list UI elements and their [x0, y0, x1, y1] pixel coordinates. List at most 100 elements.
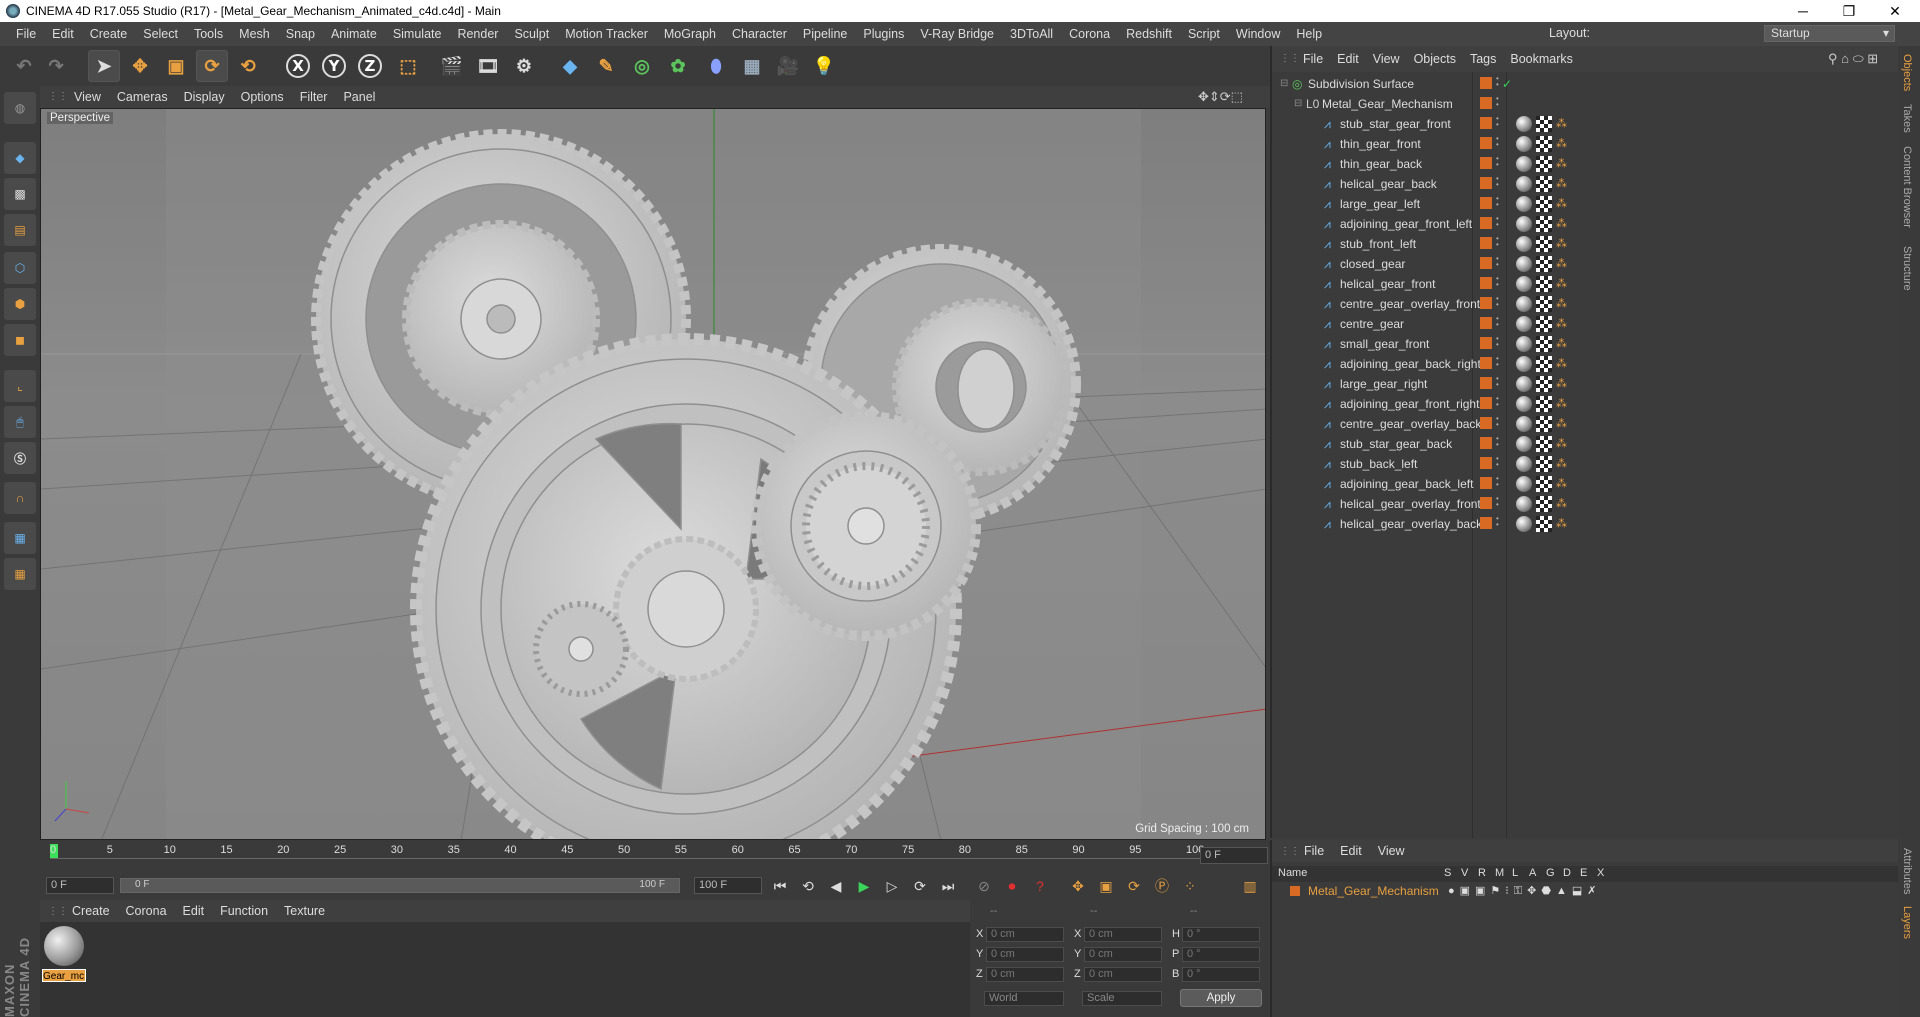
- x-axis-lock-icon[interactable]: X: [282, 50, 314, 82]
- object-row[interactable]: ⩘ stub_star_gear_front • • ⁂: [1272, 114, 1900, 134]
- frame-range-slider[interactable]: 0 F 100 F: [120, 878, 680, 893]
- uvw-tag-icon[interactable]: [1536, 476, 1552, 492]
- layer-color-swatch[interactable]: [1480, 377, 1492, 389]
- visibility-dots[interactable]: • •: [1496, 115, 1500, 132]
- viewport-menu-cameras[interactable]: Cameras: [109, 90, 176, 104]
- material-tag-icon[interactable]: [1516, 176, 1532, 192]
- prev-frame-icon[interactable]: ◀: [824, 875, 848, 897]
- layer-color-swatch[interactable]: [1480, 497, 1492, 509]
- uvw-tag-icon[interactable]: [1536, 156, 1552, 172]
- visibility-dots[interactable]: • •: [1496, 335, 1500, 352]
- object-name[interactable]: stub_front_left: [1340, 234, 1416, 254]
- phong-tag-icon[interactable]: ⁂: [1556, 217, 1570, 231]
- tab-layers[interactable]: Layers: [1901, 906, 1913, 939]
- phong-tag-icon[interactable]: ⁂: [1556, 417, 1570, 431]
- menu-mesh[interactable]: Mesh: [231, 27, 278, 41]
- coord-value-field[interactable]: 0 cm: [986, 947, 1064, 962]
- uvw-tag-icon[interactable]: [1536, 496, 1552, 512]
- object-name[interactable]: thin_gear_front: [1340, 134, 1421, 154]
- menu-character[interactable]: Character: [724, 27, 795, 41]
- texture-mode-icon[interactable]: ▩: [4, 178, 36, 210]
- tab-attributes[interactable]: Attributes: [1901, 848, 1913, 894]
- object-row[interactable]: ⊟ L0 Metal_Gear_Mechanism • •: [1272, 94, 1900, 114]
- apply-button[interactable]: Apply: [1180, 989, 1262, 1007]
- menu-sculpt[interactable]: Sculpt: [506, 27, 557, 41]
- tab-objects[interactable]: Objects: [1901, 54, 1913, 91]
- uvw-tag-icon[interactable]: [1536, 176, 1552, 192]
- object-row[interactable]: ⩘ helical_gear_overlay_back • • ⁂: [1272, 514, 1900, 534]
- subdivision-generator-icon[interactable]: ◎: [626, 50, 658, 82]
- phong-tag-icon[interactable]: ⁂: [1556, 257, 1570, 271]
- layer-color-swatch[interactable]: [1480, 157, 1492, 169]
- menu-mograph[interactable]: MoGraph: [656, 27, 724, 41]
- redo-icon[interactable]: ↷: [40, 50, 72, 82]
- phong-tag-icon[interactable]: ⁂: [1556, 337, 1570, 351]
- keyframe-selection-icon[interactable]: ?: [1028, 875, 1052, 897]
- current-frame-field[interactable]: 0 F: [1200, 847, 1268, 864]
- coord-value-field[interactable]: 0 °: [1182, 927, 1260, 942]
- menu-tools[interactable]: Tools: [186, 27, 231, 41]
- material-tag-icon[interactable]: [1516, 196, 1532, 212]
- layer-color-swatch[interactable]: [1480, 297, 1492, 309]
- viewport-navigation-icons[interactable]: ✥⇕⟳⬚: [1198, 89, 1243, 105]
- uvw-tag-icon[interactable]: [1536, 416, 1552, 432]
- end-frame-field[interactable]: 100 F: [694, 877, 762, 894]
- points-mode-icon[interactable]: ⬡: [4, 252, 36, 284]
- menu-motion-tracker[interactable]: Motion Tracker: [557, 27, 656, 41]
- planar-workplane-icon[interactable]: ▦: [4, 558, 36, 590]
- object-menu-edit[interactable]: Edit: [1330, 52, 1366, 66]
- coord-value-field[interactable]: 0 cm: [1084, 947, 1162, 962]
- polygons-mode-icon[interactable]: ◼: [4, 324, 36, 356]
- uvw-tag-icon[interactable]: [1536, 276, 1552, 292]
- uvw-tag-icon[interactable]: [1536, 456, 1552, 472]
- menu-pipeline[interactable]: Pipeline: [795, 27, 855, 41]
- object-row[interactable]: ⩘ adjoining_gear_front_right • • ⁂: [1272, 394, 1900, 414]
- material-tag-icon[interactable]: [1516, 296, 1532, 312]
- tweak-mode-icon[interactable]: 🖱: [4, 406, 36, 438]
- layer-color-swatch[interactable]: [1480, 237, 1492, 249]
- object-name[interactable]: Metal_Gear_Mechanism: [1322, 94, 1453, 114]
- menu-corona[interactable]: Corona: [1061, 27, 1118, 41]
- object-name[interactable]: Subdivision Surface: [1308, 74, 1414, 94]
- material-tag-icon[interactable]: [1516, 456, 1532, 472]
- close-icon[interactable]: ✕: [1872, 0, 1918, 22]
- phong-tag-icon[interactable]: ⁂: [1556, 377, 1570, 391]
- visibility-dots[interactable]: • •: [1496, 515, 1500, 532]
- workplane-icon[interactable]: ▤: [4, 214, 36, 246]
- material-menu-edit[interactable]: Edit: [175, 904, 213, 918]
- object-row[interactable]: ⩘ helical_gear_overlay_front • • ⁂: [1272, 494, 1900, 514]
- axis-mode-icon[interactable]: ⌞: [4, 370, 36, 402]
- make-editable-icon[interactable]: ◍: [4, 92, 36, 124]
- menu-window[interactable]: Window: [1228, 27, 1288, 41]
- visibility-dots[interactable]: • •: [1496, 295, 1500, 312]
- material-tag-icon[interactable]: [1516, 256, 1532, 272]
- tab-content-browser[interactable]: Content Browser: [1901, 146, 1913, 228]
- object-name[interactable]: closed_gear: [1340, 254, 1405, 274]
- object-menu-bookmarks[interactable]: Bookmarks: [1503, 52, 1580, 66]
- visibility-dots[interactable]: • •: [1496, 75, 1500, 92]
- material-menu-corona[interactable]: Corona: [118, 904, 175, 918]
- object-name[interactable]: adjoining_gear_back_left: [1340, 474, 1473, 494]
- object-row[interactable]: ⩘ thin_gear_back • • ⁂: [1272, 154, 1900, 174]
- menu-redshift[interactable]: Redshift: [1118, 27, 1180, 41]
- rotate-icon[interactable]: ⟳: [196, 50, 228, 82]
- object-name[interactable]: large_gear_right: [1340, 374, 1427, 394]
- prev-key-icon[interactable]: ⟲: [796, 875, 820, 897]
- layer-menu-edit[interactable]: Edit: [1332, 844, 1370, 858]
- deformer-icon[interactable]: ⬮: [700, 50, 732, 82]
- layer-color-swatch[interactable]: [1480, 477, 1492, 489]
- material-tag-icon[interactable]: [1516, 336, 1532, 352]
- material-tag-icon[interactable]: [1516, 216, 1532, 232]
- material-menu-create[interactable]: Create: [64, 904, 118, 918]
- render-view-icon[interactable]: 🎬: [436, 50, 468, 82]
- object-row[interactable]: ⩘ stub_front_left • • ⁂: [1272, 234, 1900, 254]
- object-name[interactable]: large_gear_left: [1340, 194, 1420, 214]
- coord-value-field[interactable]: 0 °: [1182, 967, 1260, 982]
- render-settings-icon[interactable]: ⚙: [508, 50, 540, 82]
- phong-tag-icon[interactable]: ⁂: [1556, 477, 1570, 491]
- uvw-tag-icon[interactable]: [1536, 196, 1552, 212]
- material-tag-icon[interactable]: [1516, 476, 1532, 492]
- object-name[interactable]: centre_gear_overlay_front: [1340, 294, 1480, 314]
- material-tag-icon[interactable]: [1516, 156, 1532, 172]
- uvw-tag-icon[interactable]: [1536, 336, 1552, 352]
